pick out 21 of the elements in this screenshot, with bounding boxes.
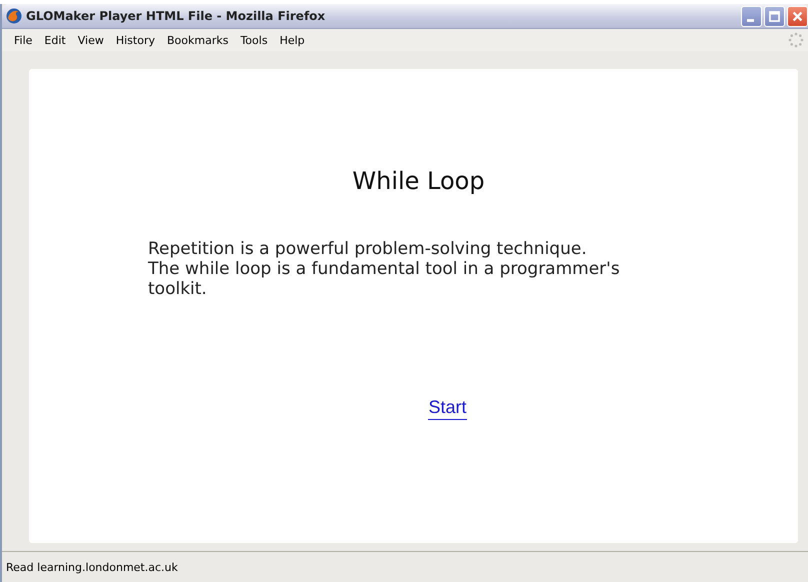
menu-item[interactable]: File	[8, 34, 38, 46]
start-link[interactable]: Start	[428, 397, 466, 420]
minimize-icon	[746, 18, 754, 22]
loading-icon	[788, 32, 804, 48]
page-heading: While Loop	[351, 167, 485, 195]
window-title: GLOMaker Player HTML File - Mozilla Firefox	[26, 9, 326, 23]
browser-logo-icon	[6, 8, 22, 24]
menu-item[interactable]: Bookmarks	[160, 34, 234, 46]
menu-item[interactable]: Help	[274, 34, 311, 46]
maximize-button[interactable]	[764, 6, 785, 26]
menu-item[interactable]: History	[110, 34, 161, 46]
status-text: Read learning.londonmet.ac.uk	[6, 560, 178, 574]
close-icon	[791, 10, 804, 22]
menu-item[interactable]: Tools	[234, 34, 274, 46]
paragraph-text: Repetition is a powerful problem-solving technique.	[148, 239, 588, 259]
close-button[interactable]	[787, 6, 808, 26]
menu-item[interactable]: View	[72, 34, 110, 46]
menu-item[interactable]: Edit	[38, 34, 72, 46]
maximize-icon	[768, 10, 781, 22]
paragraph-text: The while loop is a fundamental tool in a programmer's toolkit.	[148, 259, 621, 299]
minimize-button[interactable]	[741, 6, 762, 26]
